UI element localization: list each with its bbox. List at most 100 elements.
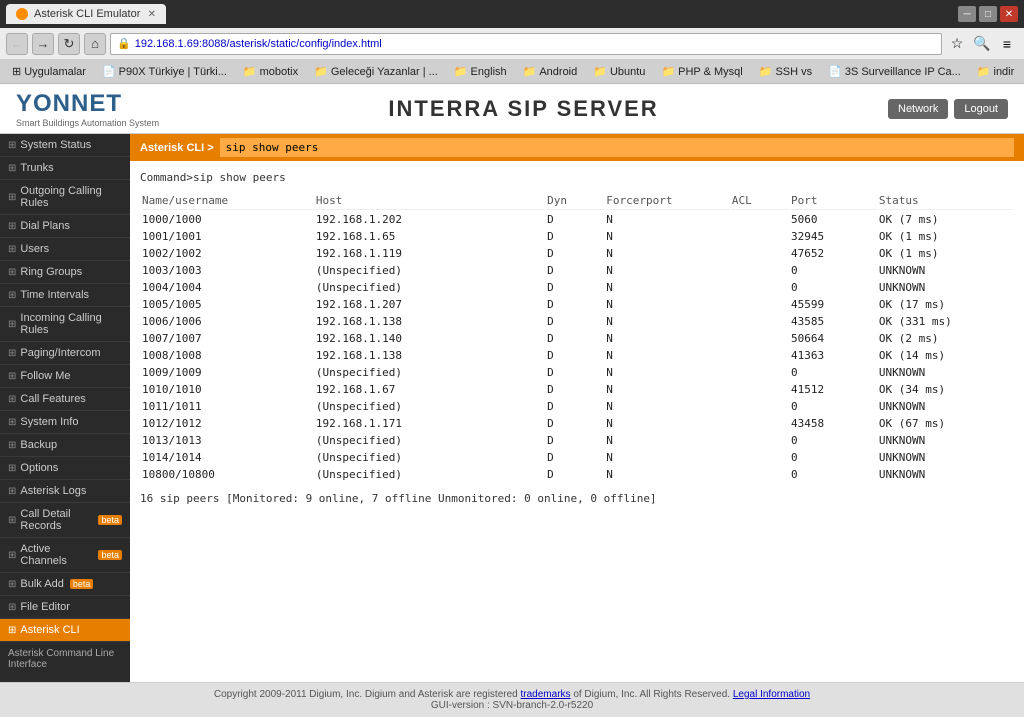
bookmark-apps[interactable]: ⊞ Uygulamalar [6, 64, 92, 79]
bookmark-gelecegi[interactable]: 📁 Geleceği Yazanlar | ... [308, 64, 444, 79]
browser-icons: ☆ 🔍 ≡ [946, 33, 1018, 55]
address-text: 192.168.1.69:8088/asterisk/static/config… [135, 38, 382, 50]
app-footer: Copyright 2009-2011 Digium, Inc. Digium … [0, 682, 1024, 717]
logout-button[interactable]: Logout [954, 99, 1008, 119]
close-button[interactable]: ✕ [1000, 6, 1018, 22]
ssh-icon: 📁 [759, 65, 773, 78]
address-bar[interactable]: 🔒 192.168.1.69:8088/asterisk/static/conf… [110, 33, 942, 55]
footer-trademark-link[interactable]: trademarks [521, 689, 571, 700]
apps-icon: ⊞ [12, 65, 21, 78]
maximize-button[interactable]: □ [979, 6, 997, 22]
tab-title: Asterisk CLI Emulator [34, 8, 140, 20]
english-icon: 📁 [454, 65, 468, 78]
sidebar-item-bulk-add[interactable]: ⊞ Bulk Add beta [0, 573, 130, 596]
home-button[interactable]: ⌂ [84, 33, 106, 55]
forward-button[interactable]: → [32, 33, 54, 55]
sidebar-item-incoming-rules[interactable]: ⊞ Incoming Calling Rules [0, 307, 130, 342]
system-status-icon: ⊞ [8, 140, 16, 151]
minimize-button[interactable]: ─ [958, 6, 976, 22]
sidebar-item-system-status[interactable]: ⊞ System Status [0, 134, 130, 157]
sidebar-item-time-intervals[interactable]: ⊞ Time Intervals [0, 284, 130, 307]
window-controls: ─ □ ✕ [958, 6, 1018, 22]
sidebar-label-paging: Paging/Intercom [20, 347, 100, 359]
ssh-label: SSH vs [775, 66, 812, 78]
sidebar-item-trunks[interactable]: ⊞ Trunks [0, 157, 130, 180]
table-row: 1009/1009(Unspecified)DN0UNKNOWN [142, 365, 1012, 380]
bookmark-mobotix[interactable]: 📁 mobotix [237, 64, 304, 79]
sidebar-item-ring-groups[interactable]: ⊞ Ring Groups [0, 261, 130, 284]
table-row: 1012/1012192.168.1.171DN43458OK (67 ms) [142, 416, 1012, 431]
browser-chrome: Asterisk CLI Emulator ✕ ─ □ ✕ ← → ↻ ⌂ 🔒 … [0, 0, 1024, 84]
bookmark-p90x[interactable]: 📄 P90X Türkiye | Türki... [96, 64, 233, 79]
cli-input[interactable] [220, 138, 1014, 157]
trunks-icon: ⊞ [8, 163, 16, 174]
sidebar-label-users: Users [20, 243, 49, 255]
sidebar-item-file-editor[interactable]: ⊞ File Editor [0, 596, 130, 619]
bookmark-android[interactable]: 📁 Android [517, 64, 584, 79]
reload-button[interactable]: ↻ [58, 33, 80, 55]
browser-tab[interactable]: Asterisk CLI Emulator ✕ [6, 4, 166, 24]
android-icon: 📁 [523, 65, 537, 78]
sidebar-label-ring-groups: Ring Groups [20, 266, 82, 278]
bookmark-indir[interactable]: 📁 indir [971, 64, 1021, 79]
app-container: YONNET Smart Buildings Automation System… [0, 84, 1024, 717]
sidebar-label-follow-me: Follow Me [20, 370, 70, 382]
star-icon[interactable]: ☆ [946, 33, 968, 55]
menu-icon[interactable]: ≡ [996, 33, 1018, 55]
system-info-icon: ⊞ [8, 417, 16, 428]
incoming-rules-icon: ⊞ [8, 319, 16, 330]
sidebar-item-options[interactable]: ⊞ Options [0, 457, 130, 480]
cdr-badge: beta [98, 515, 122, 525]
table-row: 1013/1013(Unspecified)DN0UNKNOWN [142, 433, 1012, 448]
follow-me-icon: ⊞ [8, 371, 16, 382]
gelecegi-icon: 📁 [314, 65, 328, 78]
footer-copyright: Copyright 2009-2011 Digium, Inc. Digium … [214, 689, 521, 700]
title-bar: Asterisk CLI Emulator ✕ ─ □ ✕ [0, 0, 1024, 28]
table-row: 1008/1008192.168.1.138DN41363OK (14 ms) [142, 348, 1012, 363]
dial-plans-icon: ⊞ [8, 221, 16, 232]
call-features-icon: ⊞ [8, 394, 16, 405]
sidebar-item-call-features[interactable]: ⊞ Call Features [0, 388, 130, 411]
logo-text: YONNET [16, 90, 122, 117]
app-body: ⊞ System Status ⊞ Trunks ⊞ Outgoing Call… [0, 134, 1024, 682]
ubuntu-label: Ubuntu [610, 66, 645, 78]
ubuntu-icon: 📁 [593, 65, 607, 78]
sidebar-label-trunks: Trunks [20, 162, 53, 174]
table-row: 1000/1000192.168.1.202DN5060OK (7 ms) [142, 212, 1012, 227]
sidebar-item-active-channels[interactable]: ⊞ Active Channels beta [0, 538, 130, 573]
sidebar-item-follow-me[interactable]: ⊞ Follow Me [0, 365, 130, 388]
cdr-icon: ⊞ [8, 515, 16, 526]
sidebar-item-outgoing-rules[interactable]: ⊞ Outgoing Calling Rules [0, 180, 130, 215]
sidebar-item-users[interactable]: ⊞ Users [0, 238, 130, 261]
network-button[interactable]: Network [888, 99, 948, 119]
sidebar-item-system-info[interactable]: ⊞ System Info [0, 411, 130, 434]
cli-summary: 16 sip peers [Monitored: 9 online, 7 off… [140, 492, 1014, 505]
bookmark-3s[interactable]: 📄 3S Surveillance IP Ca... [822, 64, 967, 79]
bookmark-php[interactable]: 📁 PHP & Mysql [655, 64, 748, 79]
header-buttons: Network Logout [888, 99, 1008, 119]
back-button[interactable]: ← [6, 33, 28, 55]
indir-label: indir [994, 66, 1015, 78]
bookmark-ssh[interactable]: 📁 SSH vs [753, 64, 818, 79]
table-row: 1010/1010192.168.1.67DN41512OK (34 ms) [142, 382, 1012, 397]
sidebar-item-asterisk-cli[interactable]: ⊞ Asterisk CLI [0, 619, 130, 642]
ring-groups-icon: ⊞ [8, 267, 16, 278]
gelecegi-label: Geleceği Yazanlar | ... [331, 66, 438, 78]
english-label: English [471, 66, 507, 78]
bookmark-ubuntu[interactable]: 📁 Ubuntu [587, 64, 651, 79]
sidebar-item-backup[interactable]: ⊞ Backup [0, 434, 130, 457]
sidebar-item-dial-plans[interactable]: ⊞ Dial Plans [0, 215, 130, 238]
tab-close-btn[interactable]: ✕ [148, 9, 156, 20]
cli-command-echo: Command>sip show peers [140, 171, 1014, 184]
footer-legal-link[interactable]: Legal Information [733, 689, 810, 700]
sidebar-item-cdr[interactable]: ⊞ Call Detail Records beta [0, 503, 130, 538]
p90x-icon: 📄 [102, 65, 116, 78]
cli-breadcrumb: Asterisk CLI > [140, 142, 214, 154]
peers-table: Name/username Host Dyn Forcerport ACL Po… [140, 192, 1014, 484]
sidebar-item-asterisk-logs[interactable]: ⊞ Asterisk Logs [0, 480, 130, 503]
sidebar-label-incoming-rules: Incoming Calling Rules [20, 312, 122, 336]
bookmark-english[interactable]: 📁 English [448, 64, 513, 79]
sidebar-label-system-status: System Status [20, 139, 91, 151]
search-icon[interactable]: 🔍 [971, 33, 993, 55]
sidebar-item-paging[interactable]: ⊞ Paging/Intercom [0, 342, 130, 365]
